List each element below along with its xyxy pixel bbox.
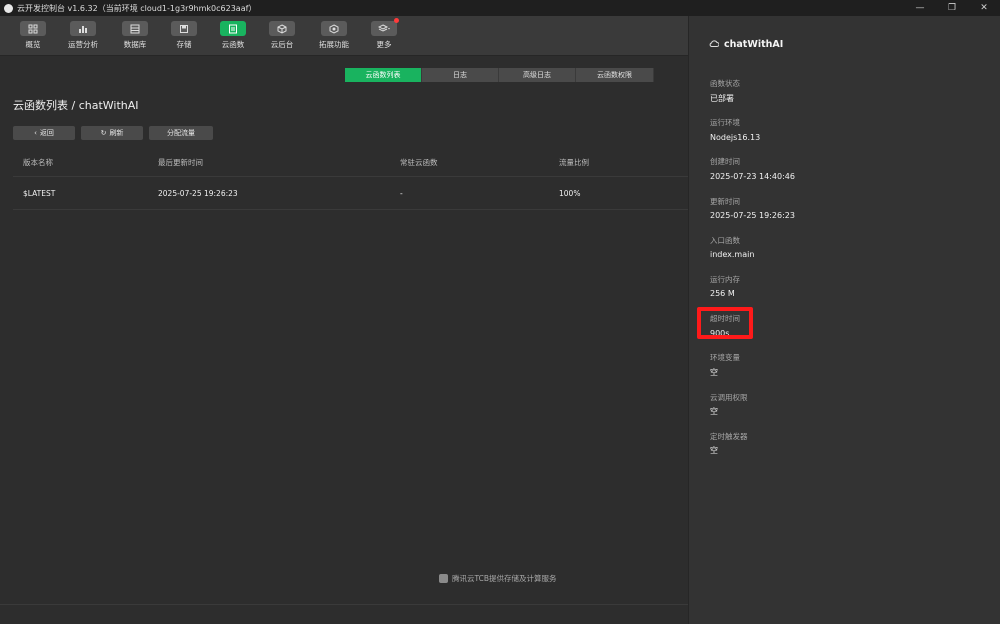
- field-value: 2025-07-23 14:40:46: [710, 171, 795, 181]
- column-header: 常驻云函数: [400, 157, 438, 167]
- field-label: 运行内存: [710, 274, 740, 284]
- field-entry-function: 入口函数 index.main: [710, 235, 795, 274]
- toolbar-more[interactable]: 更多: [362, 18, 406, 53]
- toolbar-label: 概览: [25, 40, 41, 49]
- allocate-label: 分配流量: [167, 129, 195, 137]
- field-value: 空: [710, 407, 718, 416]
- function-name: chatWithAI: [724, 39, 784, 50]
- toolbar-label: 云后台: [270, 40, 294, 49]
- toolbar-extensions[interactable]: 拓展功能: [312, 21, 356, 53]
- notification-badge: [394, 18, 399, 23]
- allocate-traffic-button[interactable]: 分配流量: [149, 126, 213, 140]
- grid-icon: [20, 21, 46, 36]
- function-name-heading: chatWithAI: [709, 39, 783, 50]
- detail-fields: 函数状态 已部署 运行环境 Nodejs16.13 创建时间 2025-07-2…: [710, 78, 795, 470]
- field-value: index.main: [710, 250, 755, 260]
- footer-text: 腾讯云TCB提供存储及计算服务: [452, 574, 557, 583]
- updated-time: 2025-07-25 19:26:23: [158, 188, 238, 198]
- toolbar-database[interactable]: 数据库: [113, 21, 157, 53]
- table-header: 版本名称 最后更新时间 常驻云函数 流量比例: [13, 152, 688, 172]
- back-label: 返回: [39, 129, 54, 137]
- tab-function-list[interactable]: 云函数列表: [345, 68, 422, 82]
- cloud-icon: [709, 39, 720, 50]
- timeout-highlight-box: [697, 307, 753, 339]
- cube-icon: [269, 21, 295, 36]
- function-icon: [220, 21, 246, 36]
- field-label: 环境变量: [710, 353, 740, 363]
- column-header: 流量比例: [559, 157, 589, 167]
- field-cloud-call-permissions: 云调用权限 空: [710, 392, 795, 431]
- version-table: 版本名称 最后更新时间 常驻云函数 流量比例 $LATEST 2025-07-2…: [13, 152, 688, 210]
- footer: 腾讯云TCB提供存储及计算服务: [439, 573, 557, 584]
- action-bar: ‹ 返回 ↻ 刷新 分配流量: [13, 126, 213, 140]
- main-panel: 云函数列表 日志 高级日志 云函数权限 云函数列表 / chatWithAI ‹…: [0, 56, 688, 624]
- tab-bar: 云函数列表 日志 高级日志 云函数权限: [345, 68, 654, 82]
- field-label: 定时触发器: [710, 431, 748, 441]
- column-header: 版本名称: [23, 157, 53, 167]
- toolbar-label: 云函数: [221, 40, 245, 49]
- toolbar-cloud-backend[interactable]: 云后台: [260, 21, 304, 53]
- toolbar-label: 更多: [376, 40, 392, 49]
- field-label: 更新时间: [710, 196, 740, 206]
- table-icon: [122, 21, 148, 36]
- window-titlebar: 云开发控制台 v1.6.32（当前环境 cloud1-1g3r9hmk0c623…: [0, 0, 1000, 16]
- column-header: 最后更新时间: [158, 157, 203, 167]
- close-button[interactable]: ✕: [968, 0, 1000, 16]
- restore-button[interactable]: ❐: [936, 0, 968, 16]
- toolbar-analytics[interactable]: 运营分析: [61, 21, 105, 53]
- divider: [0, 604, 688, 605]
- field-env-vars: 环境变量 空: [710, 352, 795, 391]
- field-runtime: 运行环境 Nodejs16.13: [710, 117, 795, 156]
- refresh-label: 刷新: [109, 129, 124, 137]
- toolbar-label: 存储: [176, 40, 192, 49]
- field-status: 函数状态 已部署: [710, 78, 795, 117]
- traffic-ratio: 100%: [559, 188, 581, 198]
- refresh-button[interactable]: ↻ 刷新: [81, 126, 143, 140]
- field-value: Nodejs16.13: [710, 132, 761, 142]
- field-label: 入口函数: [710, 235, 740, 245]
- tab-logs[interactable]: 日志: [422, 68, 499, 82]
- field-value: 256 M: [710, 289, 735, 299]
- main-toolbar: 概览 运营分析 数据库 存储 云函数 云后台 拓展功能 更多: [0, 16, 688, 56]
- refresh-icon: ↻: [100, 129, 107, 137]
- window-controls: — ❐ ✕: [904, 0, 1000, 16]
- toolbar-overview[interactable]: 概览: [11, 21, 55, 53]
- back-button[interactable]: ‹ 返回: [13, 126, 75, 140]
- storage-icon: [171, 21, 197, 36]
- resident-function: -: [400, 188, 403, 198]
- toolbar-label: 运营分析: [68, 40, 98, 49]
- tab-advanced-logs[interactable]: 高级日志: [499, 68, 576, 82]
- toolbar-label: 拓展功能: [319, 40, 349, 49]
- tab-function-permissions[interactable]: 云函数权限: [576, 68, 654, 82]
- hexagon-icon: [321, 21, 347, 36]
- page-title: 云函数列表 / chatWithAI: [13, 99, 139, 112]
- field-created-time: 创建时间 2025-07-23 14:40:46: [710, 156, 795, 195]
- app-icon: [4, 3, 13, 13]
- field-label: 创建时间: [710, 157, 740, 167]
- version-name: $LATEST: [23, 188, 56, 198]
- tcb-logo-icon: [439, 574, 448, 583]
- toolbar-storage[interactable]: 存储: [162, 21, 206, 53]
- toolbar-cloud-functions[interactable]: 云函数: [211, 21, 255, 53]
- field-value: 2025-07-25 19:26:23: [710, 211, 795, 221]
- field-timer-trigger: 定时触发器 空: [710, 431, 795, 470]
- toolbar-label: 数据库: [123, 40, 147, 49]
- field-label: 运行环境: [710, 118, 740, 128]
- table-row[interactable]: $LATEST 2025-07-25 19:26:23 - 100%: [13, 176, 688, 210]
- field-value: 空: [710, 446, 718, 456]
- window-title: 云开发控制台 v1.6.32（当前环境 cloud1-1g3r9hmk0c623…: [17, 3, 257, 13]
- minimize-button[interactable]: —: [904, 0, 936, 16]
- layers-icon: [371, 18, 399, 36]
- field-value: 已部署: [710, 93, 734, 103]
- field-label: 云调用权限: [710, 392, 748, 402]
- chevron-left-icon: ‹: [34, 129, 37, 137]
- field-updated-time: 更新时间 2025-07-25 19:26:23: [710, 196, 795, 235]
- field-value: 空: [710, 367, 718, 377]
- field-label: 函数状态: [710, 79, 740, 88]
- bar-chart-icon: [70, 21, 96, 36]
